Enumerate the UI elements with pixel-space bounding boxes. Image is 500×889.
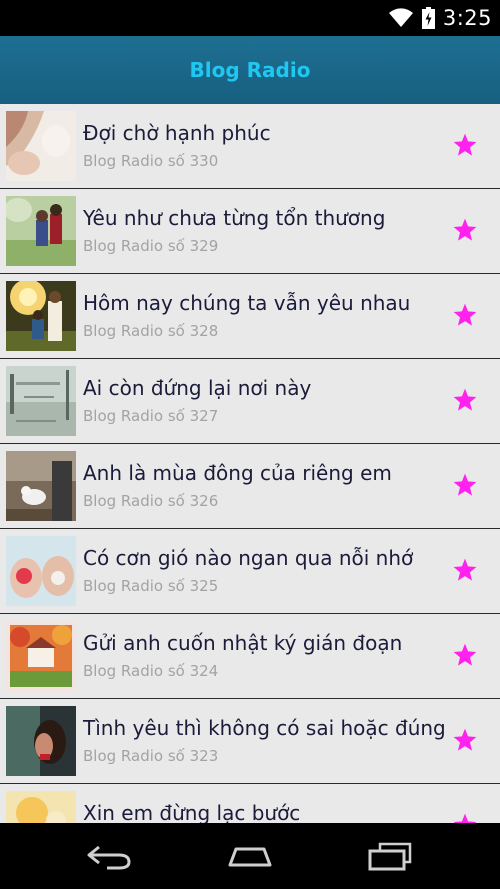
thumbnail-image [6,196,76,266]
app-bar: Blog Radio [0,36,500,104]
thumbnail-image [6,111,76,181]
item-subtitle: Blog Radio số 323 [83,747,219,765]
item-subtitle: Blog Radio số 330 [83,152,219,170]
item-title: Đợi chờ hạnh phúc [83,121,271,145]
app-title: Blog Radio [189,58,311,82]
item-title: Anh là mùa đông của riêng em [83,461,392,485]
item-title: Gửi anh cuốn nhật ký gián đoạn [83,631,403,655]
status-bar: 3:25 [0,0,500,36]
item-title: Ai còn đứng lại nơi này [83,376,312,400]
list-item[interactable]: Yêu như chưa từng tổn thương Blog Radio … [0,189,500,274]
item-subtitle: Blog Radio số 328 [83,322,219,340]
home-button[interactable] [195,823,305,889]
star-icon[interactable] [452,557,478,583]
item-title: Tình yêu thì không có sai hoặc đúng [83,716,446,740]
recents-icon [368,842,412,871]
star-icon[interactable] [452,472,478,498]
thumbnail-image [6,536,76,606]
status-icons: 3:25 [388,0,492,36]
item-title: Xin em đừng lạc bước [83,801,301,823]
thumbnail-image [6,621,76,691]
item-title: Yêu như chưa từng tổn thương [83,206,386,230]
list-item[interactable]: Có cơn gió nào ngan qua nỗi nhớ Blog Rad… [0,529,500,614]
star-icon[interactable] [452,642,478,668]
wifi-icon [388,8,414,28]
back-icon [87,845,131,870]
star-icon[interactable] [452,217,478,243]
thumbnail-image [6,451,76,521]
list-item[interactable]: Hôm nay chúng ta vẫn yêu nhau Blog Radio… [0,274,500,359]
list-item[interactable]: Gửi anh cuốn nhật ký gián đoạn Blog Radi… [0,614,500,699]
item-subtitle: Blog Radio số 325 [83,577,219,595]
item-subtitle: Blog Radio số 326 [83,492,219,510]
battery-charging-icon [421,7,435,29]
screen: 3:25 Blog Radio Đợi chờ hạnh phúc Blog R… [0,0,500,889]
star-icon[interactable] [452,727,478,753]
back-button[interactable] [55,823,165,889]
thumbnail-image [6,281,76,351]
item-subtitle: Blog Radio số 329 [83,237,219,255]
thumbnail-image [6,706,76,776]
item-subtitle: Blog Radio số 327 [83,407,219,425]
list-item[interactable]: Đợi chờ hạnh phúc Blog Radio số 330 [0,104,500,189]
item-title: Hôm nay chúng ta vẫn yêu nhau [83,291,411,315]
list-item[interactable]: Xin em đừng lạc bước [0,784,500,823]
thumbnail-image [6,366,76,436]
list-item[interactable]: Ai còn đứng lại nơi này Blog Radio số 32… [0,359,500,444]
star-icon[interactable] [452,302,478,328]
item-subtitle: Blog Radio số 324 [83,662,219,680]
item-title: Có cơn gió nào ngan qua nỗi nhớ [83,546,414,570]
blog-list[interactable]: Đợi chờ hạnh phúc Blog Radio số 330 Yêu … [0,104,500,823]
star-icon[interactable] [452,387,478,413]
star-icon[interactable] [452,132,478,158]
star-icon[interactable] [452,812,478,823]
recents-button[interactable] [335,823,445,889]
list-item[interactable]: Anh là mùa đông của riêng em Blog Radio … [0,444,500,529]
status-time: 3:25 [442,6,492,30]
navigation-bar [0,823,500,889]
list-item[interactable]: Tình yêu thì không có sai hoặc đúng Blog… [0,699,500,784]
home-icon [228,847,272,867]
thumbnail-image [6,791,76,823]
